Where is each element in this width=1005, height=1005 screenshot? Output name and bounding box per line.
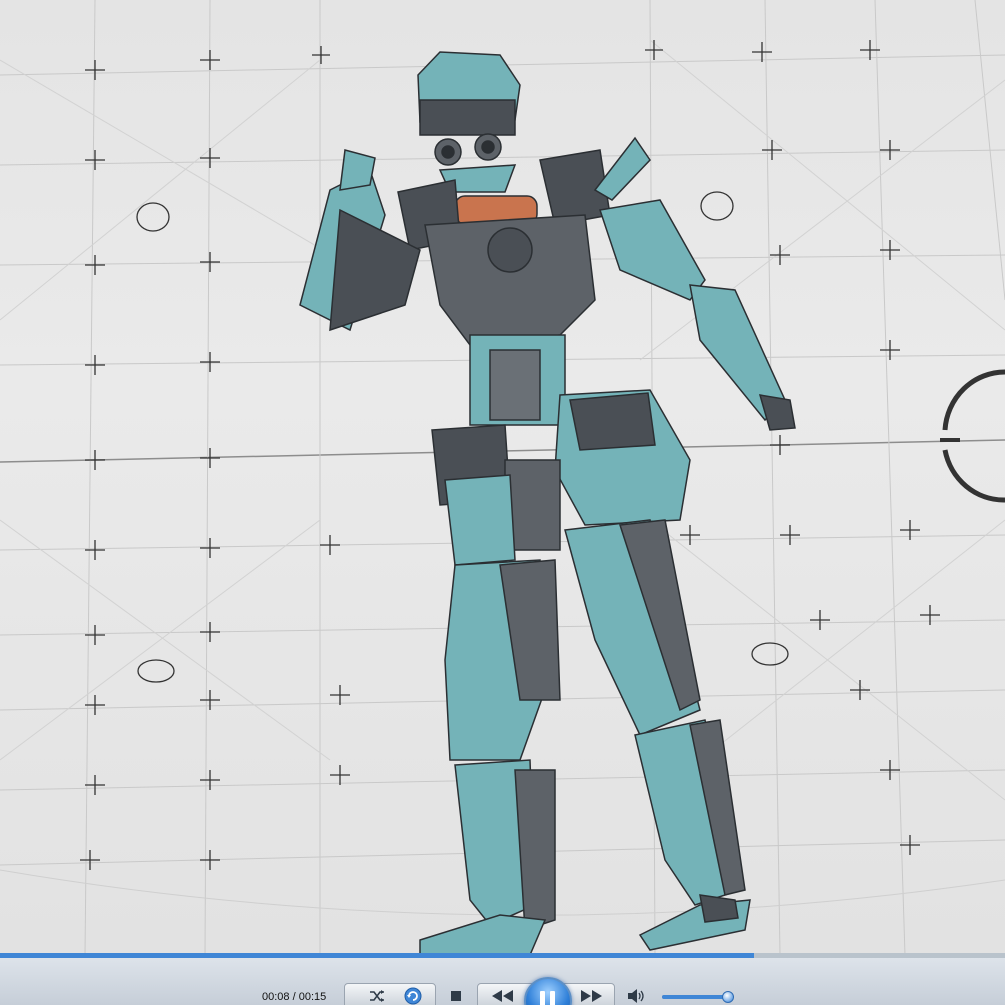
shuffle-button[interactable]: [367, 987, 387, 1005]
control-bar: 00:08 / 00:15: [0, 958, 1005, 1005]
next-button[interactable]: [578, 988, 604, 1004]
robot-figure: [299, 51, 796, 955]
stop-button[interactable]: [446, 989, 466, 1003]
previous-icon: [492, 990, 513, 1002]
video-frame[interactable]: [0, 0, 1005, 955]
volume-slider-level: [662, 995, 727, 999]
playback-mode-group: [344, 983, 436, 1005]
volume-slider[interactable]: [662, 991, 734, 1003]
mute-button[interactable]: [626, 987, 648, 1005]
volume-slider-thumb[interactable]: [721, 991, 734, 1003]
total-time: 00:15: [298, 991, 327, 1003]
time-separator: /: [289, 991, 299, 1003]
current-time: 00:08: [262, 991, 290, 1003]
play-pause-button[interactable]: [524, 977, 572, 1005]
video-scene: [0, 0, 1005, 955]
repeat-button[interactable]: [403, 986, 423, 1005]
repeat-icon: [404, 987, 422, 1005]
volume-icon: [628, 989, 644, 1003]
next-icon: [581, 990, 602, 1002]
shuffle-icon: [370, 990, 384, 1002]
media-player: 00:08 / 00:15: [0, 0, 1005, 1005]
stop-icon: [451, 991, 461, 1001]
time-readout: 00:08 / 00:15: [262, 991, 326, 1003]
previous-button[interactable]: [490, 988, 516, 1004]
